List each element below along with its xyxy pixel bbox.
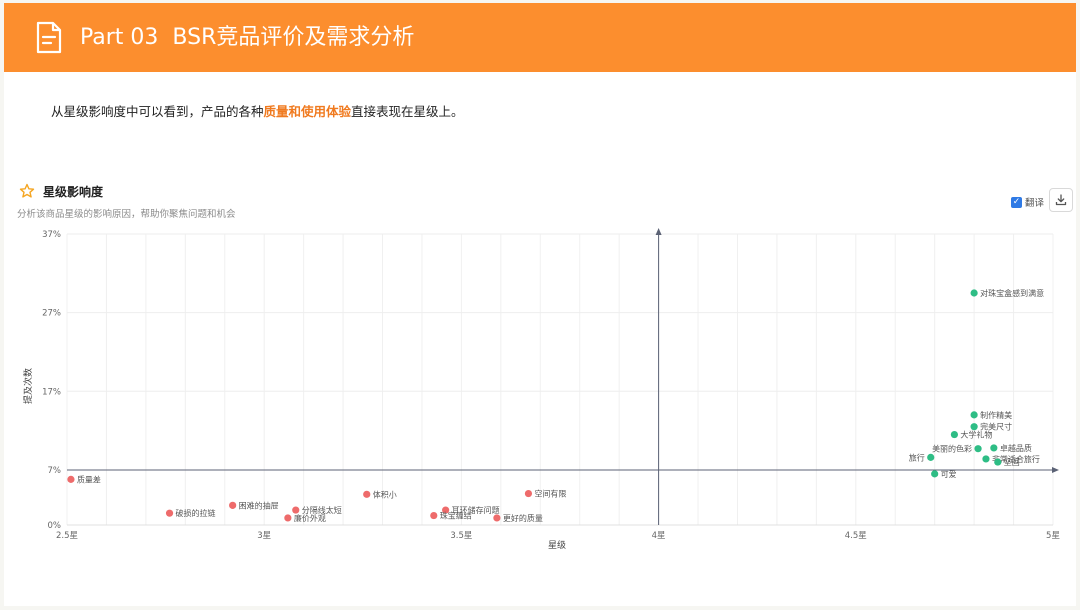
data-point-label: 更好的质量 bbox=[503, 513, 543, 523]
data-point bbox=[927, 453, 935, 461]
data-point bbox=[931, 470, 939, 478]
data-point-label: 破损的拉链 bbox=[176, 508, 216, 518]
data-point-label: 困难的抽屉 bbox=[239, 500, 279, 510]
grid-layer bbox=[66, 233, 1054, 526]
y-tick-label: 7% bbox=[48, 466, 62, 476]
part-number: Part 03 bbox=[80, 25, 159, 50]
x-tick-label: 5星 bbox=[1046, 531, 1060, 541]
intro-highlight: 质量和使用体验 bbox=[263, 104, 352, 119]
data-point-label: 坚固 bbox=[1004, 458, 1020, 467]
intro-text: 从星级影响度中可以看到，产品的各种质量和使用体验直接表现在星级上。 bbox=[51, 102, 464, 122]
data-point-label: 制作精美 bbox=[980, 410, 1012, 420]
intro-before: 从星级影响度中可以看到，产品的各种 bbox=[51, 104, 264, 119]
data-point-label: 大学礼物 bbox=[960, 430, 992, 440]
data-point bbox=[165, 509, 174, 517]
data-point-label: 质量差 bbox=[77, 474, 101, 484]
data-point bbox=[229, 501, 237, 509]
data-point bbox=[493, 514, 501, 522]
data-point bbox=[970, 289, 978, 297]
y-tick-label: 17% bbox=[42, 387, 61, 397]
header-bar: Part 03 BSR竞品评价及需求分析 bbox=[4, 3, 1076, 72]
slide: Part 03 BSR竞品评价及需求分析 从星级影响度中可以看到，产品的各种质量… bbox=[4, 3, 1076, 606]
page-title: Part 03 BSR竞品评价及需求分析 bbox=[80, 20, 414, 56]
intro-after: 直接表现在星级上。 bbox=[351, 104, 464, 119]
data-point-label: 体积小 bbox=[373, 489, 397, 499]
data-point-label: 旅行 bbox=[909, 452, 925, 462]
vertical-axis-arrow bbox=[655, 228, 662, 235]
data-point-label: 廉价外观 bbox=[294, 513, 326, 523]
chart-card: 星级影响度 分析该商品星级的影响原因，帮助你聚焦问题和机会 ✓ 翻译 2.5星 3… bbox=[13, 174, 1073, 600]
axis-layer bbox=[67, 228, 1059, 525]
data-point bbox=[974, 445, 982, 453]
data-point-label: 珠宝缠结 bbox=[440, 511, 472, 521]
document-icon bbox=[36, 21, 62, 54]
x-tick-label: 4.5星 bbox=[845, 531, 867, 541]
data-point bbox=[994, 458, 1002, 466]
data-point bbox=[430, 511, 438, 520]
y-tick-label: 37% bbox=[42, 230, 61, 240]
y-axis-label: 提及次数 bbox=[22, 368, 34, 404]
data-point-label: 对珠宝盒感到满意 bbox=[980, 288, 1044, 298]
y-tick-label: 27% bbox=[42, 309, 61, 319]
x-tick-label: 4星 bbox=[652, 531, 666, 541]
x-axis-label: 星级 bbox=[548, 539, 566, 551]
data-point-label: 可爱 bbox=[941, 470, 957, 479]
scatter-chart: 2.5星 3星 3.5星 4星 4.5星 5星 0% 7% 17% 27% 37% 对珠宝盒感到满意… bbox=[22, 228, 1060, 551]
y-tick-label: 0% bbox=[48, 521, 62, 531]
data-point bbox=[982, 455, 990, 463]
x-tick-label: 3星 bbox=[257, 531, 271, 541]
data-point bbox=[990, 444, 998, 452]
data-point bbox=[67, 475, 75, 483]
data-point-label: 美丽的色彩 bbox=[932, 444, 972, 454]
horizontal-axis-arrow bbox=[1052, 466, 1059, 473]
data-point bbox=[970, 423, 978, 431]
data-point bbox=[524, 489, 533, 498]
data-point-label: 卓越品质 bbox=[1000, 443, 1032, 453]
section-title: BSR竞品评价及需求分析 bbox=[172, 25, 415, 50]
data-point-label: 空间有限 bbox=[534, 489, 566, 499]
x-tick-label: 2.5星 bbox=[56, 531, 78, 541]
data-point bbox=[292, 506, 300, 514]
data-point bbox=[970, 411, 978, 419]
data-point bbox=[284, 514, 292, 522]
data-point bbox=[950, 430, 959, 439]
data-point bbox=[363, 490, 371, 498]
point-layer: 对珠宝盒感到满意制作精美完美尺寸大学礼物美丽的色彩 卓越品质旅行 非常适合旅行坚固可… bbox=[67, 288, 1044, 523]
x-tick-label: 3.5星 bbox=[450, 531, 472, 541]
